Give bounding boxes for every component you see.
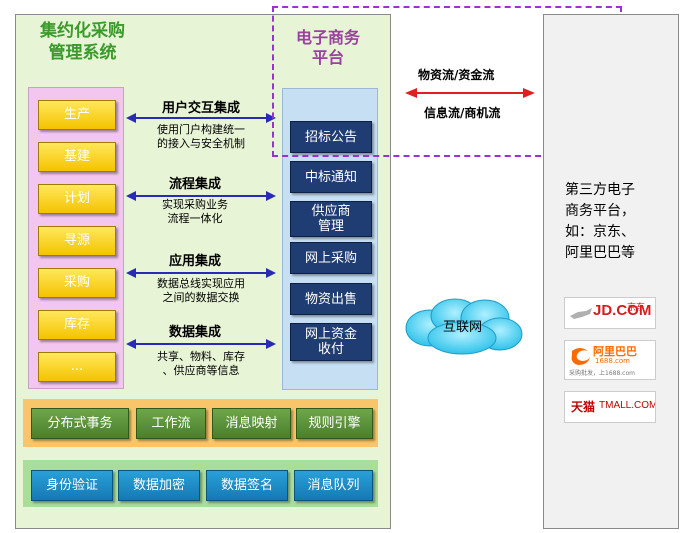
tmall-logo: 天猫 TMALL.COM — [564, 391, 656, 423]
platform-item-label: 物资出售 — [304, 291, 357, 307]
platform-item-label-2: 收付 — [317, 342, 344, 357]
double-arrow-app — [126, 268, 276, 278]
integration-user-desc-line1: 使用门户构建统一 — [157, 123, 245, 136]
system-title-line2: 管理系统 — [48, 43, 117, 63]
double-arrow-data — [126, 339, 276, 349]
alibaba-logo: 阿里巴巴 1688.com 采购批发，上1688.com — [564, 340, 656, 380]
jd-logo: JD.COM 京东 — [564, 297, 656, 329]
third-party-line1: 第三方电子 — [565, 182, 635, 198]
integration-data-desc-line2: 、供应商等信息 — [162, 364, 240, 377]
module-sourcing: 寻源 — [38, 226, 116, 256]
module-production: 生产 — [38, 100, 116, 130]
module-more: ... — [38, 352, 116, 382]
tmall-logo-cn: 天猫 — [571, 400, 596, 414]
module-planning: 计划 — [38, 184, 116, 214]
flow-material-fund: 物资流/资金流 — [418, 68, 495, 82]
middleware-rules-engine: 规则引擎 — [296, 408, 373, 439]
integration-app-desc-line1: 数据总线实现应用 — [157, 277, 245, 290]
platform-item-label: 网上采购 — [304, 250, 357, 266]
alibaba-smile-icon — [571, 348, 590, 365]
module-infrastructure: 基建 — [38, 142, 116, 172]
flow-info-business: 信息流/商机流 — [424, 106, 501, 120]
security-data-encryption: 数据加密 — [118, 470, 200, 501]
system-title-line1: 集约化采购 — [40, 21, 125, 41]
middleware-message-mapping: 消息映射 — [212, 408, 291, 439]
middleware-distributed-transaction: 分布式事务 — [31, 408, 129, 439]
security-authentication: 身份验证 — [31, 470, 113, 501]
red-double-arrow — [405, 88, 535, 98]
third-party-line3: 如：京东、 — [565, 224, 635, 240]
module-inventory: 库存 — [38, 310, 116, 340]
double-arrow-process — [126, 191, 276, 201]
platform-item-label-2: 管理 — [317, 219, 344, 234]
security-data-signature: 数据签名 — [206, 470, 288, 501]
integration-data-title: 数据集成 — [168, 325, 221, 340]
integration-data-desc: 共享、物料、库存 、供应商等信息 — [132, 350, 270, 378]
platform-item-online-payment: 网上资金 收付 — [290, 323, 372, 361]
platform-item-label: 中标通知 — [304, 169, 357, 185]
double-arrow-user — [126, 113, 276, 123]
tmall-logo-en: TMALL.COM — [599, 400, 656, 411]
system-title: 集约化采购 管理系统 — [20, 20, 145, 64]
alibaba-logo-url: 1688.com — [595, 357, 630, 365]
integration-app-desc-line2: 之间的数据交换 — [162, 291, 240, 304]
platform-item-label: 供应商 — [311, 204, 351, 219]
jd-logo-cn: 京东 — [627, 303, 646, 313]
integration-process-desc-line2: 流程一体化 — [167, 212, 223, 225]
platform-item-material-sale: 物资出售 — [290, 283, 372, 315]
module-purchasing: 采购 — [38, 268, 116, 298]
integration-user-desc-line2: 的接入与安全机制 — [157, 137, 245, 150]
third-party-line4: 阿里巴巴等 — [565, 245, 635, 261]
middleware-workflow: 工作流 — [136, 408, 206, 439]
integration-process-desc: 实现采购业务 流程一体化 — [126, 198, 264, 226]
third-party-panel — [543, 14, 679, 529]
integration-app-desc: 数据总线实现应用 之间的数据交换 — [132, 277, 270, 305]
platform-item-online-purchase: 网上采购 — [290, 242, 372, 274]
platform-item-award-notice: 中标通知 — [290, 161, 372, 193]
alibaba-logo-slogan: 采购批发，上1688.com — [569, 370, 635, 377]
internet-label: 互联网 — [442, 320, 482, 335]
integration-app-title: 应用集成 — [168, 254, 221, 269]
integration-user-desc: 使用门户构建统一 的接入与安全机制 — [132, 123, 270, 151]
jd-dog-icon — [570, 308, 592, 319]
integration-process-title: 流程集成 — [168, 177, 221, 192]
platform-item-label: 网上资金 — [304, 327, 357, 342]
security-message-queue: 消息队列 — [294, 470, 373, 501]
integration-data-desc-line1: 共享、物料、库存 — [157, 350, 245, 363]
third-party-description: 第三方电子 商务平台， 如：京东、 阿里巴巴等 — [565, 180, 665, 264]
platform-item-supplier-mgmt: 供应商 管理 — [290, 201, 372, 237]
third-party-line2: 商务平台， — [565, 203, 635, 219]
